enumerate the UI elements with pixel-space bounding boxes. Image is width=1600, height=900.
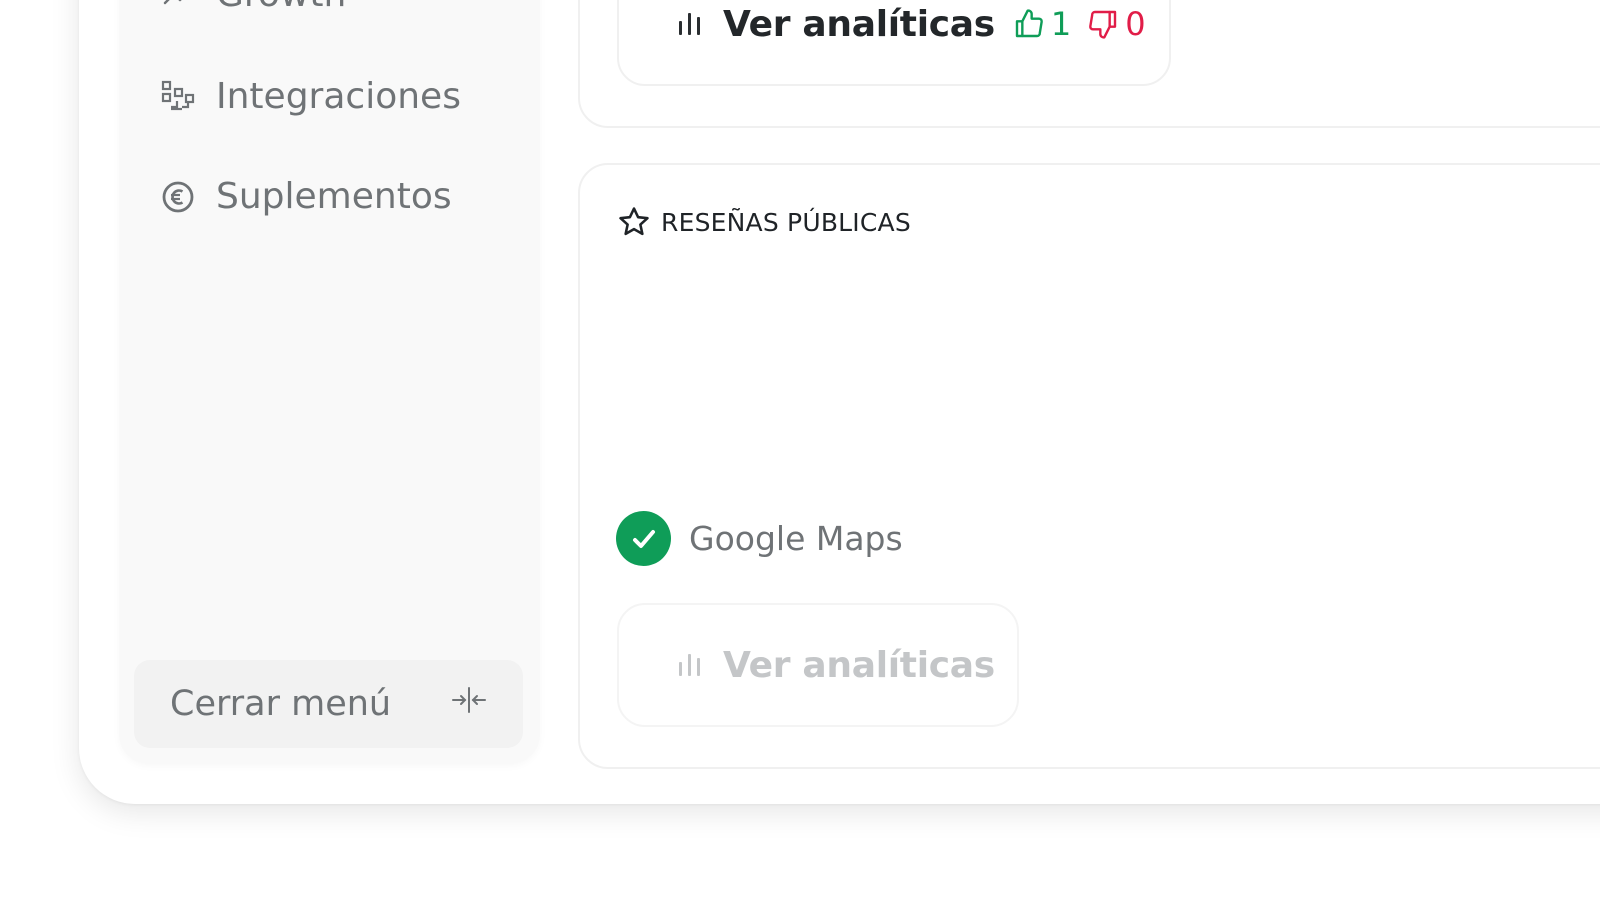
view-analytics-button[interactable]: Ver analíticas 1 0: [617, 0, 1171, 86]
euro-circle-icon: [160, 179, 196, 215]
view-analytics-button-disabled[interactable]: Ver analíticas: [617, 603, 1019, 727]
source-label: Google Maps: [689, 519, 903, 558]
check-circle-icon: [616, 511, 671, 566]
sidebar-item-suplementos[interactable]: Suplementos: [160, 176, 452, 217]
trending-up-icon: [160, 0, 196, 13]
close-menu-label: Cerrar menú: [170, 684, 392, 724]
public-reviews-title: RESEÑAS PÚBLICAS: [617, 205, 911, 239]
bar-chart-icon: [677, 648, 703, 682]
sidebar-item-integraciones[interactable]: Integraciones: [160, 76, 461, 117]
collapse-icon: [451, 684, 487, 724]
sidebar-item-growth[interactable]: Growth: [160, 0, 346, 15]
integrations-icon: [160, 79, 196, 115]
sidebar-item-label: Suplementos: [216, 176, 452, 217]
thumbs-up-icon: [1013, 8, 1045, 40]
view-analytics-label: Ver analíticas: [723, 3, 995, 45]
sidebar-item-label: Integraciones: [216, 76, 461, 117]
dislikes-count: 0: [1087, 5, 1146, 43]
bar-chart-icon: [677, 7, 703, 41]
view-analytics-label: Ver analíticas: [723, 644, 995, 686]
dislikes-value: 0: [1125, 5, 1146, 43]
likes-count: 1: [1013, 5, 1071, 43]
likes-value: 1: [1050, 5, 1072, 43]
thumbs-down-icon: [1087, 8, 1119, 40]
sidebar-item-label: Growth: [216, 0, 346, 15]
star-icon: [617, 205, 651, 239]
close-menu-button[interactable]: Cerrar menú: [134, 660, 523, 748]
section-title-label: RESEÑAS PÚBLICAS: [661, 207, 911, 237]
google-maps-source[interactable]: Google Maps: [616, 511, 903, 566]
